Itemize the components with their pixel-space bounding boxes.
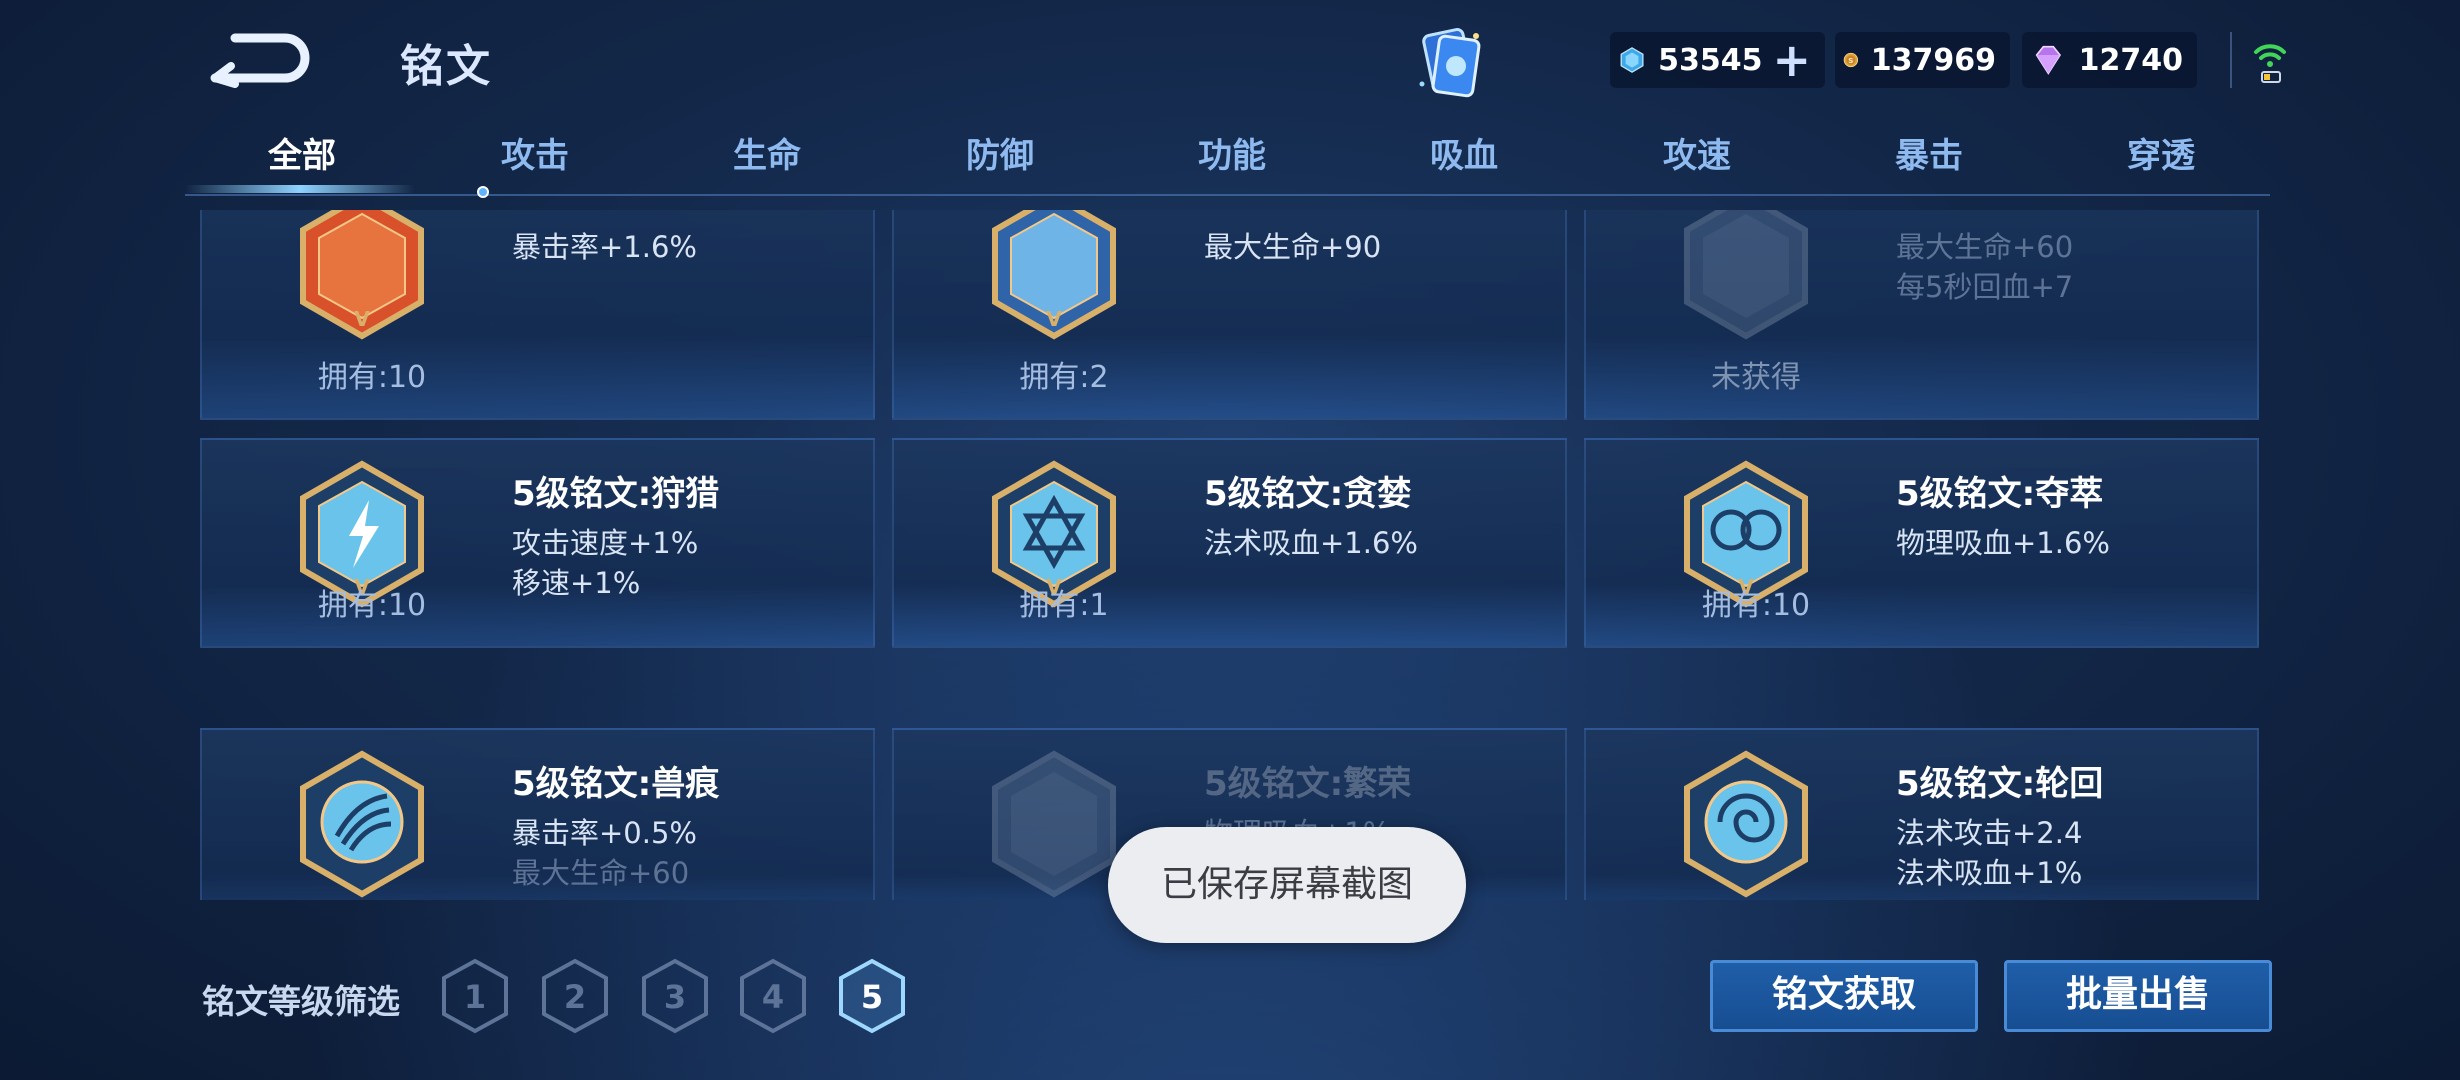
level-filter-label: 铭文等级筛选 — [202, 982, 400, 1021]
tab-health[interactable]: 生命 — [687, 130, 847, 190]
rune-attr: 暴击率+1.6% — [512, 230, 697, 264]
rune-attr: 最大生命+90 — [1204, 230, 1382, 264]
rune-card[interactable]: 5级铭文:兽痕 暴击率+0.5% 最大生命+60 — [200, 728, 875, 900]
rune-emblem-red-icon: V — [300, 210, 424, 340]
category-tabs: 全部 攻击 生命 防御 功能 吸血 攻速 暴击 穿透 — [185, 130, 2270, 198]
rune-card[interactable]: 5级铭文:轮回 法术攻击+2.4 法术吸血+1% — [1584, 728, 2259, 900]
screenshot-saved-toast: 已保存屏幕截图 — [1108, 827, 1466, 943]
svg-text:V: V — [354, 307, 370, 331]
level-filter-3[interactable]: 3 — [640, 958, 710, 1034]
purple-gem-icon — [2035, 45, 2061, 75]
rune-emblem-locked-icon — [992, 750, 1116, 898]
rune-attr: 最大生命+60 — [512, 856, 690, 890]
rune-owned-count: 拥有:10 — [317, 588, 427, 623]
tab-crit[interactable]: 暴击 — [1849, 130, 2009, 190]
rune-name: 5级铭文:兽痕 — [512, 764, 720, 804]
rune-attr: 移速+1% — [512, 566, 641, 600]
tab-defense[interactable]: 防御 — [920, 130, 1080, 190]
top-bar: 铭文 53545 + S 137969 12740 — [0, 0, 2460, 130]
rune-attr: 最大生命+60 — [1896, 230, 2074, 264]
rune-owned-count: 未获得 — [1711, 360, 1801, 395]
rune-card[interactable]: 最大生命+60 每5秒回血+7 未获得 — [1584, 210, 2259, 420]
rune-name: 5级铭文:轮回 — [1896, 764, 2104, 804]
rune-card[interactable]: V 5级铭文:贪婪 法术吸血+1.6% 拥有:1 — [892, 438, 1567, 648]
rune-book-icon[interactable] — [1410, 22, 1490, 102]
rune-attr: 法术吸血+1.6% — [1204, 526, 1418, 560]
rune-name: 5级铭文:贪婪 — [1204, 474, 1412, 514]
rune-attr: 暴击率+0.5% — [512, 816, 697, 850]
gem-balance: 12740 — [2022, 32, 2197, 88]
level-filter-4-label: 4 — [762, 978, 784, 1016]
level-filter-1-label: 1 — [464, 978, 486, 1016]
rune-emblem-blue-icon: V — [992, 210, 1116, 340]
gold-amount: 137969 — [1870, 42, 1996, 78]
bulk-sell-button[interactable]: 批量出售 — [2004, 960, 2272, 1032]
rune-name: 5级铭文:繁荣 — [1204, 764, 1412, 804]
rune-card[interactable]: V 最大生命+90 拥有:2 — [892, 210, 1567, 420]
tab-penetration[interactable]: 穿透 — [2081, 130, 2241, 190]
tab-attack[interactable]: 攻击 — [455, 130, 615, 190]
rune-emblem-claw-icon — [300, 750, 424, 898]
level-filter-5[interactable]: 5 — [837, 958, 907, 1034]
rune-owned-count: 拥有:2 — [1019, 360, 1109, 395]
svg-text:V: V — [1046, 307, 1062, 331]
rune-grid: V 暴击率+1.6% 拥有:10 V 最大生命+90 拥有:2 最大生命+60 … — [200, 210, 2260, 900]
level-filter-2[interactable]: 2 — [540, 958, 610, 1034]
gold-balance: S 137969 — [1835, 32, 2010, 88]
level-filter-5-label: 5 — [861, 978, 883, 1016]
svg-text:S: S — [1848, 56, 1853, 65]
level-filter-4[interactable]: 4 — [738, 958, 808, 1034]
level-filter-1[interactable]: 1 — [440, 958, 510, 1034]
diamond-amount: 53545 — [1658, 42, 1763, 78]
rune-name: 5级铭文:狩猎 — [512, 474, 720, 514]
rune-card[interactable]: V 5级铭文:夺萃 物理吸血+1.6% 拥有:10 — [1584, 438, 2259, 648]
diamond-icon — [1620, 47, 1644, 73]
gold-coin-icon: S — [1843, 52, 1859, 68]
back-arrow-icon[interactable] — [205, 28, 315, 88]
tab-lifesteal[interactable]: 吸血 — [1384, 130, 1544, 190]
rune-attr: 每5秒回血+7 — [1896, 270, 2074, 304]
rune-emblem-locked-icon — [1684, 210, 1808, 340]
get-runes-button[interactable]: 铭文获取 — [1710, 960, 1978, 1032]
level-filter-2-label: 2 — [564, 978, 586, 1016]
rune-owned-count: 拥有:10 — [1701, 588, 1811, 623]
rune-attr: 法术攻击+2.4 — [1896, 816, 2083, 850]
rune-card[interactable]: V 5级铭文:狩猎 攻击速度+1% 移速+1% 拥有:10 — [200, 438, 875, 648]
rune-attr: 物理吸血+1.6% — [1896, 526, 2110, 560]
tab-all[interactable]: 全部 — [222, 130, 382, 190]
rune-card[interactable]: V 暴击率+1.6% 拥有:10 — [200, 210, 875, 420]
rune-name: 5级铭文:夺萃 — [1896, 474, 2104, 514]
page-title: 铭文 — [400, 41, 492, 92]
gem-amount: 12740 — [2078, 42, 2183, 78]
diamond-balance: 53545 + — [1610, 32, 1825, 88]
plus-icon[interactable]: + — [1772, 37, 1811, 83]
level-filter-3-label: 3 — [664, 978, 686, 1016]
header-divider — [2230, 32, 2232, 88]
rune-attr: 攻击速度+1% — [512, 526, 699, 560]
tab-attack-speed[interactable]: 攻速 — [1617, 130, 1777, 190]
rune-owned-count: 拥有:1 — [1019, 588, 1109, 623]
tab-utility[interactable]: 功能 — [1152, 130, 1312, 190]
rune-owned-count: 拥有:10 — [317, 360, 427, 395]
wifi-signal-icon — [2254, 44, 2286, 83]
rune-attr: 法术吸血+1% — [1896, 856, 2083, 890]
rune-emblem-swirl-icon — [1684, 750, 1808, 898]
